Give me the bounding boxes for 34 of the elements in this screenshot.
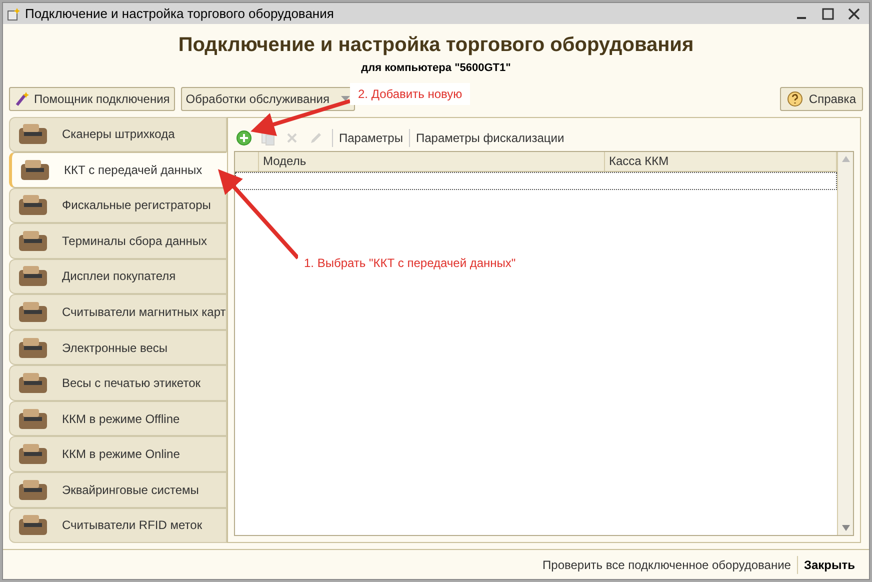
sidebar-item[interactable]: Весы с печатью этикеток: [9, 365, 227, 401]
dropdown-button[interactable]: Обработки обслуживания: [180, 86, 356, 110]
close-icon[interactable]: [847, 6, 861, 20]
window-title: Подключение и настройка торгового оборудования: [25, 4, 335, 23]
add-icon[interactable]: [234, 128, 254, 148]
annotation-label: 2. Добавить новую: [350, 83, 470, 105]
sidebar-item[interactable]: Эквайринговые системы: [9, 472, 227, 508]
maximize-icon[interactable]: [821, 6, 835, 20]
window-icon: [7, 6, 21, 20]
sidebar-item[interactable]: ККМ в режиме Offline: [9, 400, 227, 436]
sidebar-item[interactable]: Фискальные регистраторы: [9, 188, 227, 224]
sidebar-item[interactable]: Дисплеи покупателя: [9, 258, 227, 294]
wand-icon: [14, 90, 30, 106]
toolbar-button[interactable]: Параметры фискализации: [408, 128, 564, 146]
column-header[interactable]: Модель: [259, 152, 605, 170]
page-subtitle: для компьютера "5600GT1": [361, 61, 511, 76]
sidebar-item[interactable]: Электронные весы: [9, 330, 227, 366]
sidebar-item[interactable]: ККМ в режиме Online: [9, 436, 227, 472]
wizard-button[interactable]: Помощник подключения: [9, 86, 175, 110]
footer-button[interactable]: Проверить все подключенное оборудование: [536, 556, 797, 574]
help-icon: [786, 90, 803, 106]
sidebar-item[interactable]: Терминалы сбора данных: [9, 223, 227, 259]
empty-row[interactable]: [235, 172, 837, 190]
page-title: Подключение и настройка торгового оборудования: [178, 33, 694, 58]
sidebar-item[interactable]: Считыватели магнитных карт: [9, 294, 227, 330]
sidebar-item[interactable]: Считыватели RFID меток: [9, 508, 227, 544]
scroll-down-icon[interactable]: [842, 525, 850, 531]
caret-icon: [341, 96, 350, 102]
help-button[interactable]: Справка: [780, 86, 863, 110]
sidebar-item[interactable]: ККТ с передачей данных: [9, 152, 227, 188]
scrollbar[interactable]: [837, 152, 853, 535]
footer-button[interactable]: Закрыть: [796, 556, 861, 574]
toolbar-button[interactable]: Параметры: [332, 128, 403, 146]
sidebar-item[interactable]: Сканеры штрихкода: [9, 116, 227, 152]
